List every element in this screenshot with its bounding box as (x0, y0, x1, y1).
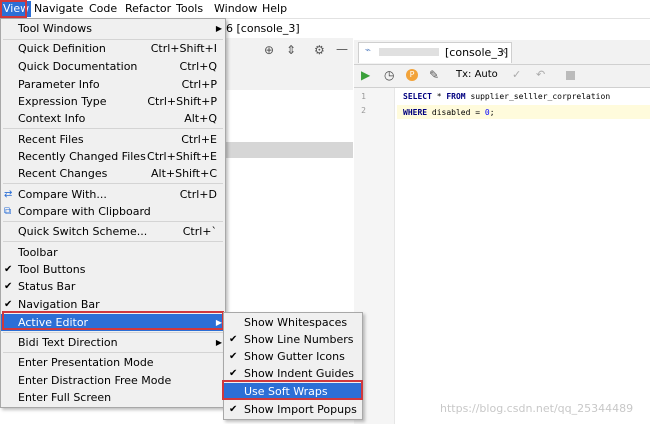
check-icon: ✔ (229, 351, 238, 362)
menu-item-expression-type[interactable]: Expression Type Ctrl+Shift+P (1, 93, 225, 110)
run-icon[interactable]: ▶ (361, 68, 370, 82)
console-toolbar: ▶ ◷ P ✎ Tx: Auto ✓ ↶ (354, 65, 650, 88)
submenu-item-show-gutter-icons[interactable]: ✔ Show Gutter Icons (224, 348, 362, 365)
check-icon: ✔ (229, 334, 238, 345)
clipboard-compare-icon: ⧉ (4, 206, 12, 217)
menu-item-distraction-free-mode[interactable]: Enter Distraction Free Mode (1, 372, 225, 389)
check-icon: ✔ (4, 281, 13, 292)
submenu-item-use-soft-wraps[interactable]: Use Soft Wraps (224, 383, 362, 400)
crosshair-icon[interactable]: ⊕ (264, 43, 274, 57)
menu-item-full-screen[interactable]: Enter Full Screen (1, 389, 225, 406)
menu-item-quick-definition[interactable]: Quick Definition Ctrl+Shift+I (1, 40, 225, 57)
collapse-icon[interactable]: ⇕ (286, 43, 296, 57)
chevron-right-icon: ▶ (215, 318, 222, 327)
menu-code[interactable]: Code (89, 2, 117, 16)
close-icon[interactable]: × (499, 46, 507, 57)
submenu-item-show-line-numbers[interactable]: ✔ Show Line Numbers (224, 331, 362, 348)
menu-view[interactable]: View (1, 1, 32, 17)
chevron-right-icon: ▶ (215, 24, 222, 33)
plan-icon[interactable]: P (406, 69, 418, 81)
active-editor-submenu: Show Whitespaces ✔ Show Line Numbers ✔ Sho… (223, 312, 363, 420)
menu-tools[interactable]: Tools (176, 2, 203, 16)
menu-item-compare-with-clipboard[interactable]: ⧉ Compare with Clipboard (1, 203, 225, 220)
submenu-item-show-indent-guides[interactable]: ✔ Show Indent Guides (224, 365, 362, 382)
check-icon: ✔ (229, 368, 238, 379)
menu-refactor[interactable]: Refactor (125, 2, 171, 16)
history-icon[interactable]: ◷ (384, 68, 394, 82)
menu-item-tool-buttons[interactable]: ✔ Tool Buttons (1, 261, 225, 278)
hide-icon[interactable]: — (336, 42, 348, 56)
sql-keyword: FROM (446, 92, 466, 101)
menu-help[interactable]: Help (262, 2, 287, 16)
menu-item-bidi-text-direction[interactable]: Bidi Text Direction ▶ (1, 334, 225, 351)
view-menu-dropdown: Tool Windows ▶ Quick Definition Ctrl+Shift… (0, 18, 226, 408)
tx-mode-select[interactable]: Tx: Auto (456, 69, 498, 80)
console-icon: ⌁ (365, 45, 372, 56)
menu-item-recent-changes[interactable]: Recent Changes Alt+Shift+C (1, 165, 225, 182)
submenu-item-show-import-popups[interactable]: ✔ Show Import Popups (224, 401, 362, 418)
menu-item-presentation-mode[interactable]: Enter Presentation Mode (1, 354, 225, 371)
sql-keyword: WHERE (403, 108, 428, 117)
line-number: 2 (361, 106, 366, 115)
commit-icon[interactable]: ✓ (512, 68, 521, 81)
project-tree-selected-row[interactable] (226, 142, 353, 158)
sql-table: supplier_selller_corprelation (470, 92, 611, 101)
sql-keyword: SELECT (403, 92, 432, 101)
chevron-right-icon: ▶ (215, 338, 222, 347)
rollback-icon[interactable]: ↶ (536, 68, 545, 81)
menu-navigate[interactable]: Navigate (34, 2, 83, 16)
sql-number: 0 (484, 108, 490, 117)
menu-bar: View Navigate Code Refactor Tools Window… (0, 0, 650, 19)
menu-item-tool-windows[interactable]: Tool Windows ▶ (1, 20, 225, 37)
menu-item-navigation-bar[interactable]: ✔ Navigation Bar (1, 296, 225, 313)
menu-item-parameter-info[interactable]: Parameter Info Ctrl+P (1, 76, 225, 93)
menu-item-active-editor[interactable]: Active Editor ▶ (1, 314, 225, 331)
menu-item-context-info[interactable]: Context Info Alt+Q (1, 110, 225, 127)
check-icon: ✔ (229, 404, 238, 415)
menu-item-recently-changed-files[interactable]: Recently Changed Files Ctrl+Shift+E (1, 148, 225, 165)
wrench-icon[interactable]: ✎ (429, 68, 439, 82)
stop-icon[interactable] (566, 71, 575, 80)
code-line: WHERE disabled = 0; (403, 108, 495, 117)
editor-tab-bar: ⌁ [console_3] × (354, 40, 650, 65)
editor-title: 6 [console_3] (226, 22, 300, 35)
menu-item-recent-files[interactable]: Recent Files Ctrl+E (1, 131, 225, 148)
check-icon: ✔ (4, 299, 13, 310)
code-editor[interactable] (354, 88, 650, 424)
menu-window[interactable]: Window (214, 2, 257, 16)
tab-console[interactable]: ⌁ [console_3] × (358, 42, 512, 63)
code-line: SELECT * FROM supplier_selller_corprelat… (403, 92, 611, 101)
check-icon: ✔ (4, 264, 13, 275)
watermark: https://blog.csdn.net/qq_25344489 (440, 402, 634, 415)
menu-item-quick-documentation[interactable]: Quick Documentation Ctrl+Q (1, 58, 225, 75)
blurred-datasource (379, 48, 439, 56)
menu-item-toolbar[interactable]: Toolbar (1, 244, 225, 261)
menu-item-compare-with[interactable]: ⇄ Compare With... Ctrl+D (1, 186, 225, 203)
project-toolbar: ⊕ ⇕ ⚙ — (226, 40, 353, 62)
gear-icon[interactable]: ⚙ (314, 43, 325, 57)
compare-icon: ⇄ (4, 189, 13, 200)
menu-item-quick-switch-scheme[interactable]: Quick Switch Scheme... Ctrl+` (1, 223, 225, 240)
line-number: 1 (361, 92, 366, 101)
menu-item-status-bar[interactable]: ✔ Status Bar (1, 278, 225, 295)
submenu-item-show-whitespaces[interactable]: Show Whitespaces (224, 314, 362, 331)
